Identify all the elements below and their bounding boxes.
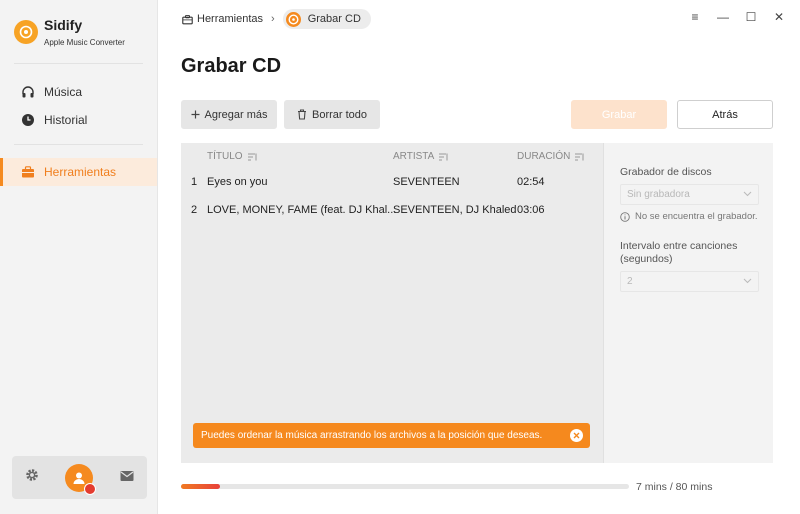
chevron-right-icon: › <box>271 13 275 25</box>
row-artist: SEVENTEEN, DJ Khaled <box>393 204 517 216</box>
add-more-label: Agregar más <box>204 108 268 121</box>
sidebar-item-label: Música <box>44 85 83 99</box>
sort-icon[interactable] <box>247 153 258 161</box>
row-duration: 02:54 <box>517 176 545 188</box>
interval-select-value: 2 <box>627 276 633 287</box>
sidebar-divider <box>14 144 143 145</box>
capacity-progress-fill <box>181 484 221 489</box>
column-header-title[interactable]: TÍTULO <box>207 151 258 162</box>
breadcrumb-parent[interactable]: Herramientas <box>197 13 263 25</box>
recorder-select[interactable]: Sin grabadora <box>620 184 759 205</box>
info-icon <box>620 211 630 222</box>
sort-icon[interactable] <box>575 153 585 161</box>
sidebar-divider <box>14 63 143 64</box>
back-button[interactable]: Atrás <box>677 100 773 129</box>
page-title: Grabar CD <box>181 55 282 77</box>
breadcrumb: Herramientas › Grabar CD <box>182 9 371 29</box>
sort-icon[interactable] <box>439 153 449 161</box>
cd-icon <box>285 11 301 27</box>
column-header-duration[interactable]: DURACIÓN <box>517 151 585 162</box>
sidebar-item-herramientas[interactable]: Herramientas <box>0 158 157 186</box>
capacity-progress-bar <box>181 484 629 489</box>
breadcrumb-current: Grabar CD <box>282 9 371 29</box>
sidebar: Sidify Apple Music Converter Música Hist… <box>0 0 158 514</box>
interval-label: Intervalo entre canciones (segundos) <box>620 240 738 265</box>
table-row[interactable]: 1 Eyes on you SEVENTEEN 02:54 <box>181 169 603 197</box>
toolbox-icon <box>182 14 193 25</box>
recorder-label: Grabador de discos <box>620 166 712 178</box>
headphones-icon <box>20 84 36 100</box>
maximize-icon[interactable]: ☐ <box>744 10 758 24</box>
recorder-select-value: Sin grabadora <box>627 189 690 200</box>
row-artist: SEVENTEEN <box>393 176 460 188</box>
minimize-icon[interactable]: — <box>716 10 730 24</box>
toast-message: Puedes ordenar la música arrastrando los… <box>201 430 543 441</box>
chevron-down-icon <box>743 189 752 198</box>
plus-icon <box>191 110 200 119</box>
chevron-down-icon <box>743 276 752 285</box>
user-avatar-icon[interactable] <box>65 463 97 495</box>
breadcrumb-current-label: Grabar CD <box>307 13 361 25</box>
brand: Sidify Apple Music Converter <box>14 16 125 47</box>
close-icon[interactable] <box>570 429 583 442</box>
table-row[interactable]: 2 LOVE, MONEY, FAME (feat. DJ Khal... SE… <box>181 197 603 225</box>
clear-all-label: Borrar todo <box>311 108 368 121</box>
trash-icon <box>297 109 307 120</box>
interval-select[interactable]: 2 <box>620 271 759 292</box>
clock-icon <box>20 112 36 128</box>
row-title: LOVE, MONEY, FAME (feat. DJ Khal... <box>207 204 397 216</box>
settings-panel: Grabador de discos Sin grabadora No se e… <box>603 143 773 463</box>
recorder-hint: No se encuentra el grabador. <box>620 211 758 222</box>
recorder-hint-text: No se encuentra el grabador. <box>635 211 758 222</box>
capacity-label: 7 mins / 80 mins <box>636 481 713 493</box>
gear-icon[interactable] <box>25 468 39 487</box>
sidebar-item-historial[interactable]: Historial <box>0 106 157 134</box>
sidify-logo-icon <box>14 20 38 44</box>
mail-icon[interactable] <box>120 469 134 487</box>
burn-button[interactable]: Grabar <box>571 100 667 129</box>
menu-icon[interactable]: ≡ <box>688 10 702 24</box>
column-header-artist[interactable]: ARTISTA <box>393 151 449 162</box>
app-name: Sidify <box>44 17 83 33</box>
sidebar-item-label: Historial <box>44 113 88 127</box>
sidebar-item-label: Herramientas <box>44 165 117 179</box>
row-duration: 03:06 <box>517 204 545 216</box>
sidebar-item-musica[interactable]: Música <box>0 78 157 106</box>
toolbox-icon <box>20 164 36 180</box>
row-number: 2 <box>191 204 198 216</box>
clear-all-button[interactable]: Borrar todo <box>284 100 380 129</box>
add-more-button[interactable]: Agregar más <box>181 100 277 129</box>
sidebar-bottom-bar <box>12 456 147 499</box>
row-number: 1 <box>191 176 198 188</box>
window-controls: ≡ — ☐ ✕ <box>688 10 786 24</box>
app-subtitle: Apple Music Converter <box>44 38 125 47</box>
info-toast: Puedes ordenar la música arrastrando los… <box>193 423 590 448</box>
close-icon[interactable]: ✕ <box>772 10 786 24</box>
track-table: TÍTULO ARTISTA DURACIÓN 1 Eyes on you SE… <box>181 143 603 463</box>
avatar-badge <box>84 482 97 495</box>
row-title: Eyes on you <box>207 176 268 188</box>
